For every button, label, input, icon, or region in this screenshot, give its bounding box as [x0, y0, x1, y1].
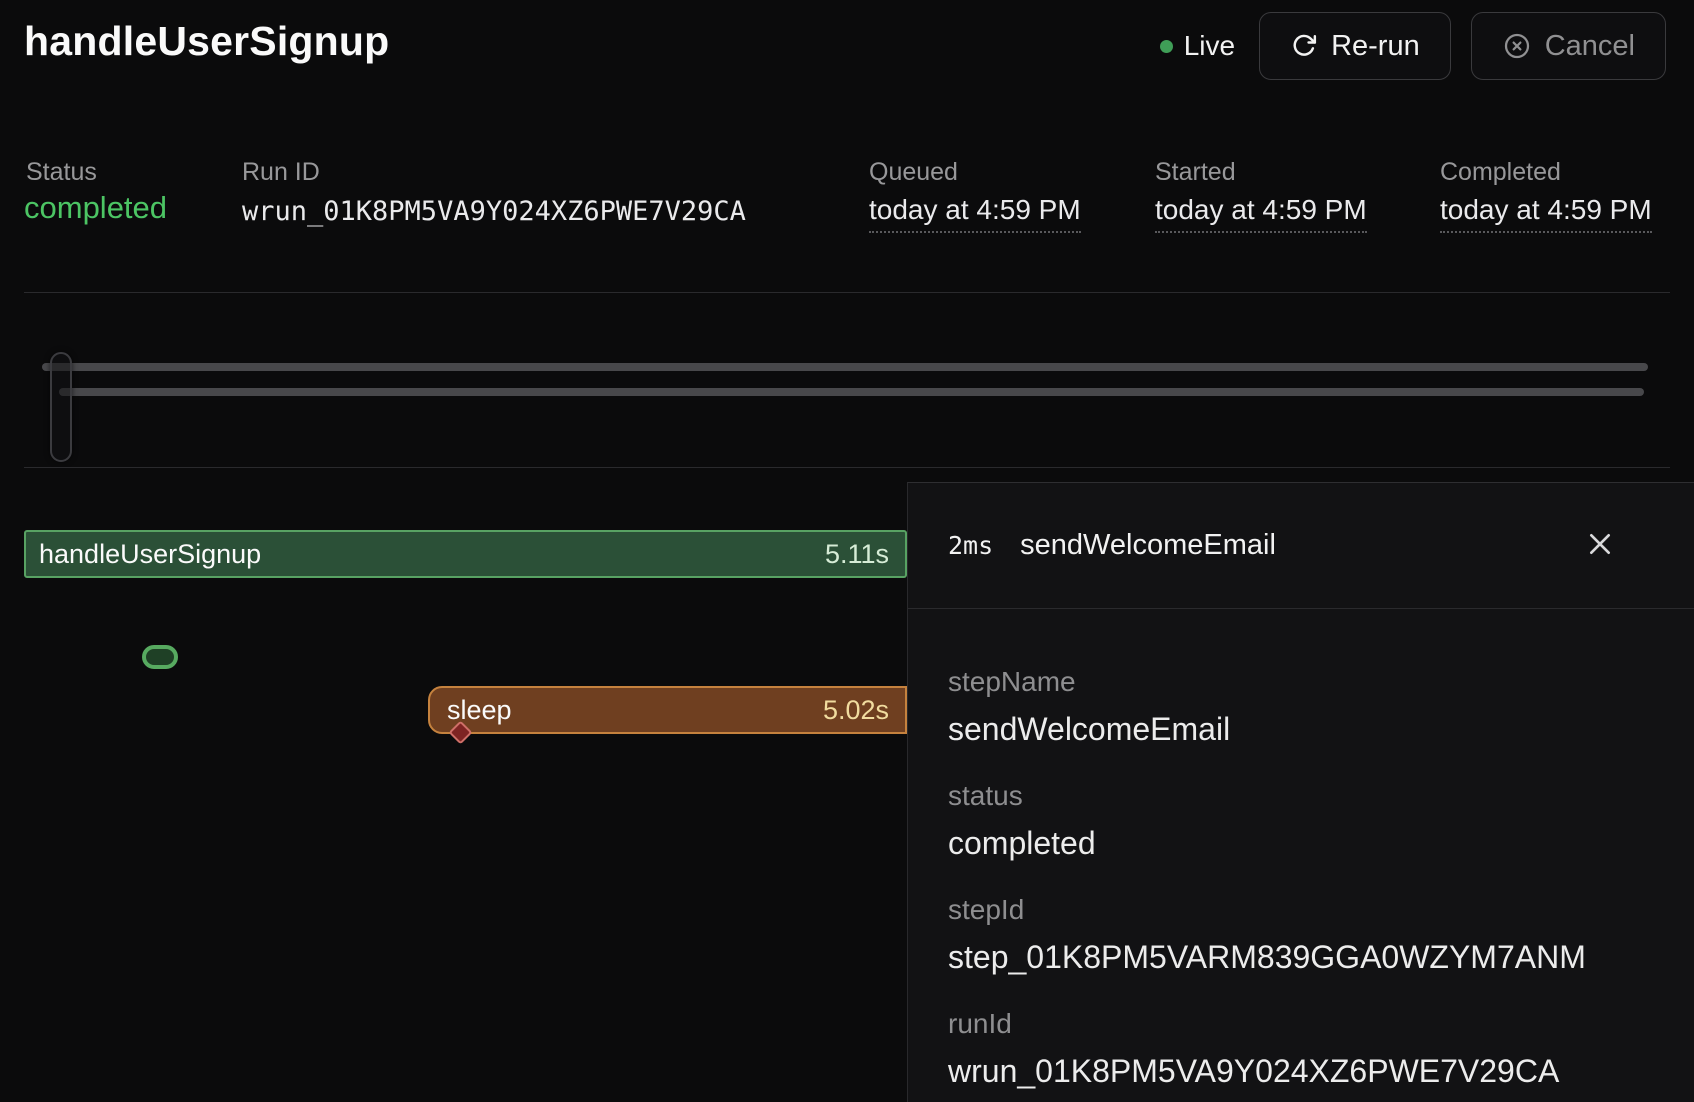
status-label: Status [26, 158, 97, 187]
queued-label: Queued [869, 158, 958, 187]
run-id-value: wrun_01K8PM5VA9Y024XZ6PWE7V29CA [242, 196, 746, 227]
completed-value[interactable]: today at 4:59 PM [1440, 194, 1652, 233]
field-value: step_01K8PM5VARM839GGA0WZYM7ANM [948, 937, 1654, 977]
refresh-icon [1290, 32, 1318, 60]
workflow-run-page: handleUserSignup Live Re-run Cancel [0, 0, 1694, 1102]
step-detail-title: sendWelcomeEmail [1020, 529, 1578, 562]
cancel-button[interactable]: Cancel [1471, 12, 1666, 80]
minimap-workflow-bar[interactable] [42, 363, 1648, 371]
field-step-name: stepName sendWelcomeEmail [948, 665, 1654, 749]
field-label: runId [948, 1007, 1654, 1041]
step-duration-badge: 2ms [948, 531, 993, 560]
sleep-span-label: sleep [447, 695, 512, 726]
sleep-span-duration: 5.02s [823, 695, 889, 726]
field-value: completed [948, 823, 1654, 863]
status-value: completed [24, 190, 167, 226]
cancel-button-label: Cancel [1545, 30, 1635, 63]
minimap-scrub-handle[interactable] [50, 352, 72, 462]
field-label: status [948, 779, 1654, 813]
timeline-span-sleep[interactable]: sleep 5.02s [428, 686, 907, 734]
close-panel-button[interactable] [1578, 524, 1622, 568]
field-label: stepId [948, 893, 1654, 927]
rerun-button[interactable]: Re-run [1259, 12, 1451, 80]
step-detail-panel: 2ms sendWelcomeEmail stepName sendWelcom… [907, 482, 1694, 1102]
workflow-span-label: handleUserSignup [39, 539, 261, 570]
run-id-label: Run ID [242, 158, 320, 187]
minimap-sleep-bar[interactable] [59, 388, 1644, 396]
workflow-span-duration: 5.11s [825, 539, 889, 570]
step-pill-marker[interactable] [142, 645, 178, 669]
circle-x-icon [1502, 31, 1532, 61]
timeline-span-workflow[interactable]: handleUserSignup 5.11s [24, 530, 907, 578]
queued-value[interactable]: today at 4:59 PM [869, 194, 1081, 233]
close-icon [1584, 528, 1616, 563]
live-dot-icon [1160, 40, 1173, 53]
timeline-divider [24, 467, 1670, 468]
field-run-id: runId wrun_01K8PM5VA9Y024XZ6PWE7V29CA [948, 1007, 1654, 1091]
live-indicator: Live [1160, 30, 1235, 62]
header-actions: Live Re-run Cancel [1160, 12, 1666, 80]
step-detail-body: stepName sendWelcomeEmail status complet… [908, 609, 1694, 1102]
header-divider [24, 292, 1670, 293]
page-title: handleUserSignup [24, 18, 389, 65]
field-step-id: stepId step_01K8PM5VARM839GGA0WZYM7ANM [948, 893, 1654, 977]
field-label: stepName [948, 665, 1654, 699]
step-detail-header: 2ms sendWelcomeEmail [908, 483, 1694, 609]
rerun-button-label: Re-run [1331, 30, 1420, 63]
field-status: status completed [948, 779, 1654, 863]
field-value: sendWelcomeEmail [948, 709, 1654, 749]
field-value: wrun_01K8PM5VA9Y024XZ6PWE7V29CA [948, 1051, 1654, 1091]
completed-label: Completed [1440, 158, 1561, 187]
live-label: Live [1184, 30, 1235, 62]
started-value[interactable]: today at 4:59 PM [1155, 194, 1367, 233]
started-label: Started [1155, 158, 1236, 187]
